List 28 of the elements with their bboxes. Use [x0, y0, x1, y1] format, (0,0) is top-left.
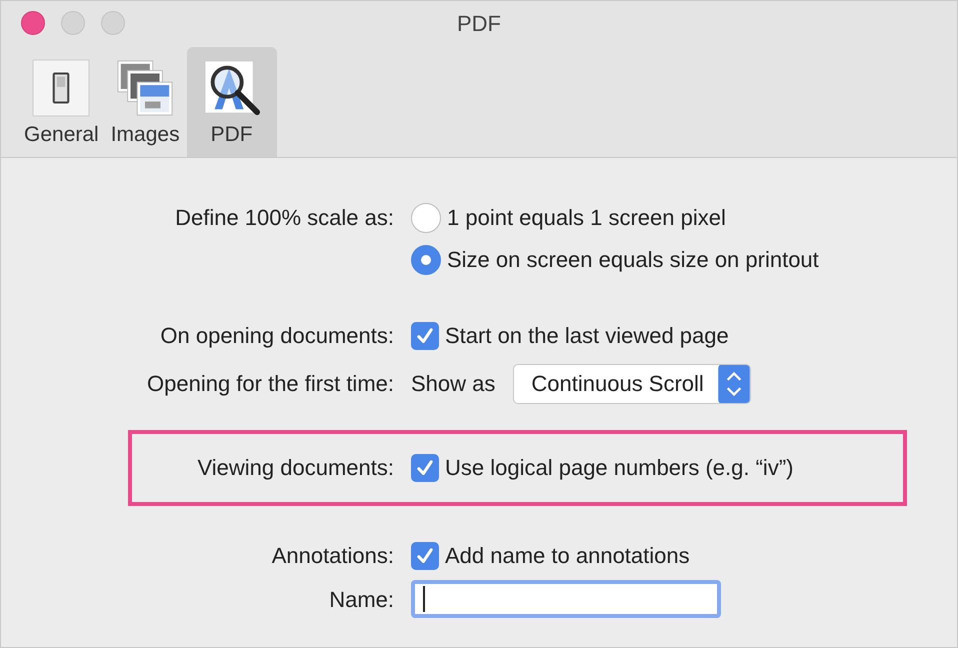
magnifier-icon [202, 59, 261, 117]
view-mode-popup[interactable]: Continuous Scroll [513, 364, 751, 404]
radio-option[interactable]: 1 point equals 1 screen pixel [411, 198, 957, 238]
setting-label: Annotations: [270, 542, 394, 570]
switch-icon [32, 59, 90, 117]
show-as-label: Show as [411, 370, 496, 398]
photos-icon [116, 59, 174, 117]
stepper-icon [718, 365, 750, 403]
setting-label: Define 100% scale as: [174, 204, 394, 232]
toolbar-tab[interactable]: PDF [186, 47, 277, 157]
setting-label: On opening documents: [159, 322, 394, 350]
checkbox-option[interactable]: Add name to annotations [411, 536, 957, 576]
radio-button[interactable] [411, 203, 441, 233]
checkbox-option[interactable]: Start on the last viewed page [411, 316, 957, 356]
checkbox[interactable] [411, 454, 439, 482]
radio-button[interactable] [411, 245, 441, 275]
window-title: PDF [457, 11, 501, 37]
toolbar-tab[interactable]: General [19, 47, 104, 157]
name-field[interactable] [411, 580, 721, 618]
checkbox-option[interactable]: Use logical page numbers (e.g. “iv”) [411, 448, 903, 488]
setting-label: Name: [328, 586, 394, 614]
setting-label: Viewing documents: [196, 454, 394, 482]
checkbox[interactable] [411, 322, 439, 350]
toolbar-tab[interactable]: Images [106, 47, 185, 157]
close-button[interactable] [21, 11, 45, 35]
radio-option[interactable]: Size on screen equals size on printout [411, 240, 957, 280]
setting-label: Opening for the first time: [146, 370, 394, 398]
checkbox[interactable] [411, 542, 439, 570]
